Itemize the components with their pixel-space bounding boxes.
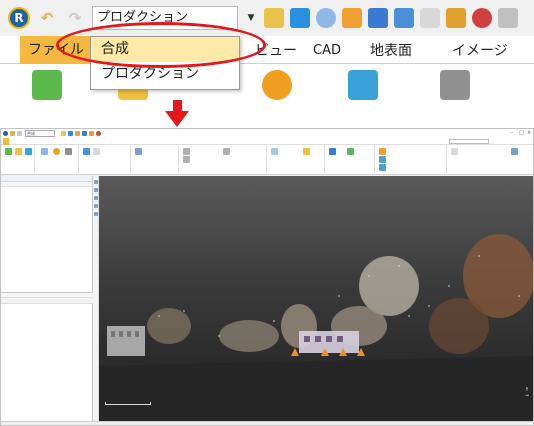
search-scan-icon[interactable]	[290, 8, 310, 28]
filter-icon[interactable]	[183, 156, 190, 163]
document-icon[interactable]	[93, 148, 100, 155]
title-bar: 合成 – □ ×	[1, 129, 533, 138]
tab-image[interactable]: イメージ	[452, 40, 508, 60]
tree-item-cloud[interactable]	[1, 195, 92, 199]
ribbon-group-1	[1, 145, 35, 175]
globe-icon[interactable]	[316, 8, 336, 28]
undo-icon[interactable]	[10, 131, 15, 136]
cloud-icon[interactable]	[262, 70, 292, 100]
layer-icon[interactable]	[135, 148, 142, 155]
globe-icon[interactable]	[41, 148, 48, 155]
settings-icon[interactable]	[472, 8, 492, 28]
ribbon-group-3	[79, 145, 131, 175]
export-icon[interactable]	[394, 8, 414, 28]
tool-button[interactable]	[94, 180, 98, 184]
property-row[interactable]	[1, 304, 93, 308]
measure-icon[interactable]	[89, 131, 94, 136]
3d-pointcloud-viewport[interactable]: ↑ →	[99, 176, 533, 421]
grid-icon[interactable]	[511, 148, 518, 155]
tutorial-figure: R ↶ ↷ プロダクション ▼ ファイル ビュー CAD 地表面 イメージ 合成…	[0, 0, 534, 426]
import-icon[interactable]	[32, 70, 62, 100]
settings-icon[interactable]	[96, 131, 101, 136]
home-icon[interactable]	[342, 8, 362, 28]
hand-icon[interactable]	[303, 148, 310, 155]
search-scan-icon[interactable]	[68, 131, 73, 136]
export-icon[interactable]	[83, 148, 90, 155]
terrain-icon[interactable]	[347, 148, 354, 155]
properties-panel	[1, 292, 93, 421]
folder-icon[interactable]	[15, 148, 22, 155]
tool-button[interactable]	[94, 188, 98, 192]
home-icon[interactable]	[75, 131, 80, 136]
ribbon-group-6	[267, 145, 325, 175]
ribbon-toolbar	[1, 145, 533, 175]
sketchup-icon[interactable]	[440, 70, 470, 100]
save-icon[interactable]	[82, 131, 87, 136]
workspace-mode-combo[interactable]: 合成	[25, 130, 55, 137]
ribbon-group-4	[131, 145, 179, 175]
search-input[interactable]	[449, 139, 489, 144]
redo-icon[interactable]	[17, 131, 22, 136]
ribbon-group-8	[375, 145, 447, 175]
tab-cad[interactable]: CAD	[313, 43, 341, 58]
ribbon-tab-bar	[1, 138, 533, 145]
search-icon[interactable]	[271, 148, 278, 155]
status-bar	[1, 421, 533, 425]
filter-icon[interactable]	[223, 148, 230, 155]
open-project-icon[interactable]	[264, 8, 284, 28]
tool-button[interactable]	[94, 212, 98, 216]
color-icon[interactable]	[329, 148, 336, 155]
survey-icon[interactable]	[379, 148, 386, 155]
ribbon-group-9	[447, 145, 533, 175]
open-project-icon[interactable]	[61, 131, 66, 136]
down-arrow-icon	[165, 111, 189, 127]
disabled-tool-icon[interactable]	[498, 8, 518, 28]
filter-icon[interactable]	[183, 148, 190, 155]
tab-file[interactable]	[3, 138, 9, 145]
project-panel	[1, 176, 93, 421]
survey-icon[interactable]	[379, 164, 386, 171]
maximize-icon[interactable]: □	[519, 130, 524, 136]
tool-button[interactable]	[94, 204, 98, 208]
app-logo-icon[interactable]: R	[8, 7, 30, 29]
cloud-icon[interactable]	[53, 148, 60, 155]
zoomed-toolbar-inset: R ↶ ↷ プロダクション ▼ ファイル ビュー CAD 地表面 イメージ 合成…	[0, 0, 534, 100]
tool-button[interactable]	[94, 196, 98, 200]
highlight-circle	[56, 22, 266, 68]
sketchup-icon[interactable]	[65, 148, 72, 155]
document-icon[interactable]	[420, 8, 440, 28]
import-icon[interactable]	[5, 148, 12, 155]
minimize-icon[interactable]: –	[511, 130, 514, 136]
measure-icon[interactable]	[446, 8, 466, 28]
ribbon-group-5	[179, 145, 267, 175]
scale-bar	[105, 402, 151, 405]
image-icon[interactable]	[348, 70, 378, 100]
ribbon-group-2	[35, 145, 79, 175]
image-icon[interactable]	[25, 148, 32, 155]
axis-indicator-icon: ↑ →	[524, 387, 529, 399]
close-icon[interactable]: ×	[527, 130, 531, 136]
ribbon-large-icons	[0, 64, 534, 100]
tab-terrain[interactable]: 地表面	[370, 40, 412, 60]
app-logo-icon[interactable]	[3, 131, 8, 136]
undo-icon[interactable]: ↶	[36, 7, 58, 29]
workspace-mode-value: 合成	[27, 131, 35, 136]
combo-dropdown-arrow-icon[interactable]: ▼	[244, 6, 258, 30]
panel-icon[interactable]	[451, 148, 458, 155]
survey-icon[interactable]	[379, 156, 386, 163]
pointcloud-scene	[99, 234, 533, 421]
ribbon-group-7	[325, 145, 375, 175]
redo-icon[interactable]: ↷	[64, 7, 86, 29]
save-icon[interactable]	[368, 8, 388, 28]
application-window: 合成 – □ × ↑ →	[0, 128, 534, 426]
